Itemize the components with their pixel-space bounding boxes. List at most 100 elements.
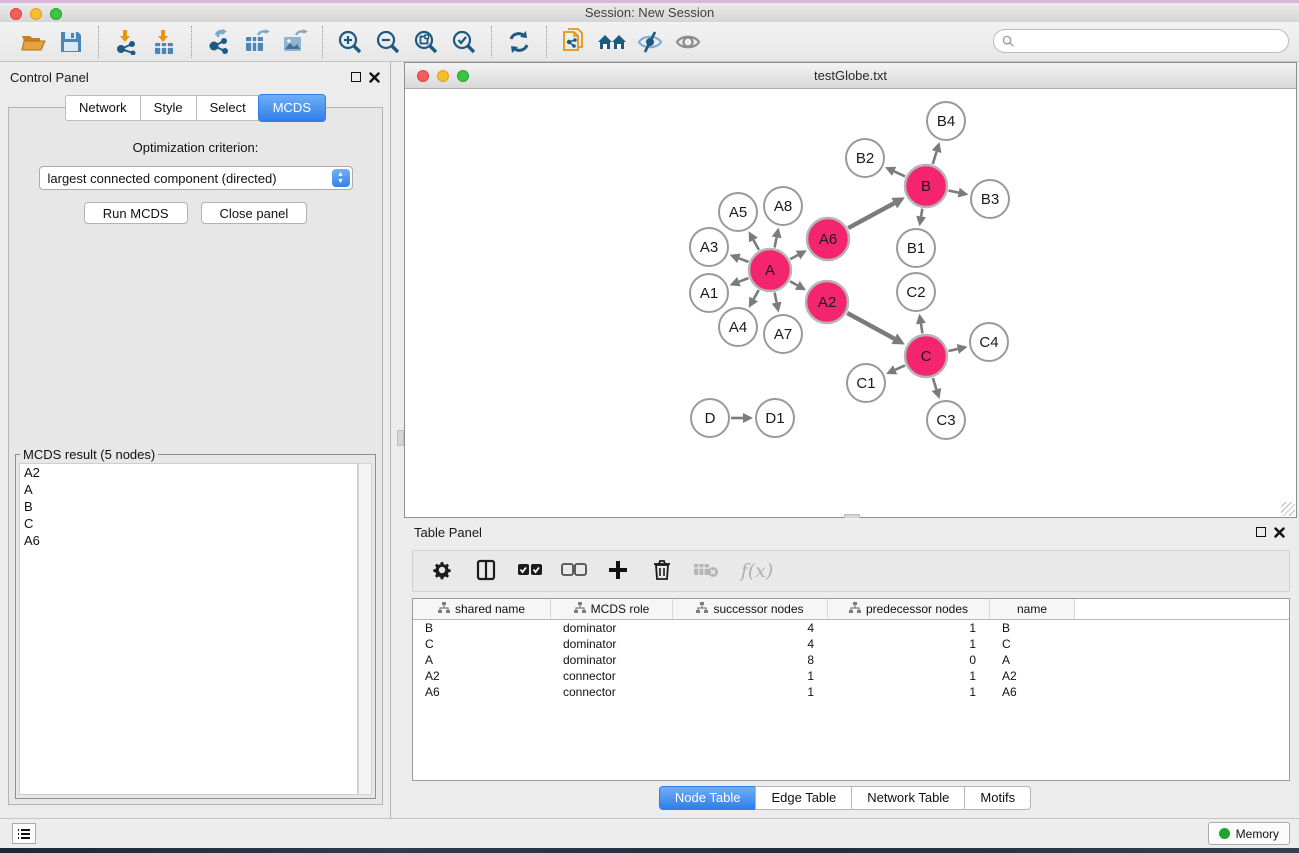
cell-name[interactable]: A2 xyxy=(990,669,1075,683)
cell-successor-nodes[interactable]: 1 xyxy=(673,669,828,683)
edge-A-A5[interactable] xyxy=(753,240,758,250)
column-header-predecessor-nodes[interactable]: predecessor nodes xyxy=(828,599,990,619)
cell-MCDS-role[interactable]: dominator xyxy=(551,621,673,635)
cell-MCDS-role[interactable]: dominator xyxy=(551,653,673,667)
result-scrollbar[interactable] xyxy=(358,463,372,795)
column-header-MCDS-role[interactable]: MCDS role xyxy=(551,599,673,619)
cell-shared-name[interactable]: A2 xyxy=(413,669,551,683)
tab-style[interactable]: Style xyxy=(140,95,196,121)
zoom-out-button[interactable] xyxy=(371,27,405,57)
cell-name[interactable]: C xyxy=(990,637,1075,651)
node-table[interactable]: shared nameMCDS rolesuccessor nodesprede… xyxy=(412,598,1290,781)
task-history-button[interactable] xyxy=(12,823,36,844)
select-stepper-icon[interactable]: ▲▼ xyxy=(332,169,350,187)
cell-successor-nodes[interactable]: 1 xyxy=(673,685,828,699)
edge-C-C1[interactable] xyxy=(895,365,905,369)
unselect-all-button[interactable] xyxy=(559,556,589,586)
select-all-button[interactable] xyxy=(515,556,545,586)
search-field[interactable] xyxy=(993,29,1289,53)
tab-network-table[interactable]: Network Table xyxy=(851,786,964,810)
tab-edge-table[interactable]: Edge Table xyxy=(755,786,851,810)
close-window-icon[interactable] xyxy=(10,8,22,20)
cell-shared-name[interactable]: A6 xyxy=(413,685,551,699)
result-list-item[interactable]: A2 xyxy=(20,464,357,481)
import-network-button[interactable] xyxy=(109,27,143,57)
cell-predecessor-nodes[interactable]: 1 xyxy=(828,685,990,699)
table-row[interactable]: Cdominator41C xyxy=(413,636,1289,652)
refresh-button[interactable] xyxy=(502,27,536,57)
cell-MCDS-role[interactable]: dominator xyxy=(551,637,673,651)
search-input[interactable] xyxy=(1020,34,1280,48)
zoom-selected-button[interactable] xyxy=(447,27,481,57)
cell-successor-nodes[interactable]: 4 xyxy=(673,621,828,635)
zoom-in-button[interactable] xyxy=(333,27,367,57)
maximize-window-icon[interactable] xyxy=(50,8,62,20)
edge-A-A4[interactable] xyxy=(754,290,759,299)
edge-A2-C[interactable] xyxy=(847,313,894,339)
criterion-select[interactable]: largest connected component (directed) ▲… xyxy=(39,166,353,190)
edge-C-C3[interactable] xyxy=(933,378,937,390)
tab-select[interactable]: Select xyxy=(196,95,259,121)
table-row[interactable]: Adominator80A xyxy=(413,652,1289,668)
save-button[interactable] xyxy=(54,27,88,57)
column-header-name[interactable]: name xyxy=(990,599,1075,619)
cell-predecessor-nodes[interactable]: 0 xyxy=(828,653,990,667)
cell-name[interactable]: A6 xyxy=(990,685,1075,699)
cell-name[interactable]: B xyxy=(990,621,1075,635)
cell-shared-name[interactable]: A xyxy=(413,653,551,667)
table-row[interactable]: Bdominator41B xyxy=(413,620,1289,636)
edge-B-B3[interactable] xyxy=(949,191,959,193)
close-panel-icon[interactable] xyxy=(369,72,380,83)
result-list-item[interactable]: A6 xyxy=(20,532,357,549)
delete-button[interactable] xyxy=(647,556,677,586)
edge-A6-B[interactable] xyxy=(848,203,894,228)
cell-shared-name[interactable]: C xyxy=(413,637,551,651)
close-panel-button[interactable]: Close panel xyxy=(201,202,308,224)
cell-MCDS-role[interactable]: connector xyxy=(551,669,673,683)
cell-MCDS-role[interactable]: connector xyxy=(551,685,673,699)
cell-successor-nodes[interactable]: 4 xyxy=(673,637,828,651)
edge-A-A1[interactable] xyxy=(739,278,749,282)
show-panel-button[interactable] xyxy=(671,27,705,57)
tab-motifs[interactable]: Motifs xyxy=(964,786,1031,810)
open-folder-button[interactable] xyxy=(16,27,50,57)
cell-predecessor-nodes[interactable]: 1 xyxy=(828,621,990,635)
hide-panel-button[interactable] xyxy=(633,27,667,57)
memory-button[interactable]: Memory xyxy=(1208,822,1290,845)
network-minimize-icon[interactable] xyxy=(437,70,449,82)
edge-A-A2[interactable] xyxy=(790,281,797,285)
result-list-item[interactable]: B xyxy=(20,498,357,515)
edge-B-B2[interactable] xyxy=(894,171,905,176)
table-row[interactable]: A2connector11A2 xyxy=(413,668,1289,684)
home-network-button[interactable] xyxy=(595,27,629,57)
mcds-result-list[interactable]: A2ABCA6 xyxy=(19,463,358,795)
edge-B-B4[interactable] xyxy=(933,152,937,164)
gear-button[interactable] xyxy=(427,556,457,586)
network-file-button[interactable] xyxy=(557,27,591,57)
export-table-button[interactable] xyxy=(240,27,274,57)
cell-name[interactable]: A xyxy=(990,653,1075,667)
zoom-fit-button[interactable] xyxy=(409,27,443,57)
network-maximize-icon[interactable] xyxy=(457,70,469,82)
column-header-shared-name[interactable]: shared name xyxy=(413,599,551,619)
float-table-panel-icon[interactable] xyxy=(1256,527,1266,537)
float-panel-icon[interactable] xyxy=(351,72,361,82)
table-row[interactable]: A6connector11A6 xyxy=(413,684,1289,700)
result-list-item[interactable]: C xyxy=(20,515,357,532)
cell-successor-nodes[interactable]: 8 xyxy=(673,653,828,667)
cell-predecessor-nodes[interactable]: 1 xyxy=(828,669,990,683)
edge-A-A7[interactable] xyxy=(775,293,777,303)
result-list-item[interactable]: A xyxy=(20,481,357,498)
edge-A-A8[interactable] xyxy=(775,237,777,247)
edge-A-A6[interactable] xyxy=(790,255,798,259)
network-graph[interactable]: B4B2BB3A8A5A6A3B1AA1C2A2A4A7C4CC1DD1C3 xyxy=(405,89,1296,517)
export-image-button[interactable] xyxy=(278,27,312,57)
edge-C-C4[interactable] xyxy=(948,349,957,351)
tab-network[interactable]: Network xyxy=(65,95,140,121)
minimize-window-icon[interactable] xyxy=(30,8,42,20)
run-mcds-button[interactable]: Run MCDS xyxy=(84,202,188,224)
close-table-panel-icon[interactable] xyxy=(1274,527,1285,538)
network-canvas[interactable]: B4B2BB3A8A5A6A3B1AA1C2A2A4A7C4CC1DD1C3 xyxy=(405,89,1296,517)
add-button[interactable] xyxy=(603,556,633,586)
import-table-button[interactable] xyxy=(147,27,181,57)
